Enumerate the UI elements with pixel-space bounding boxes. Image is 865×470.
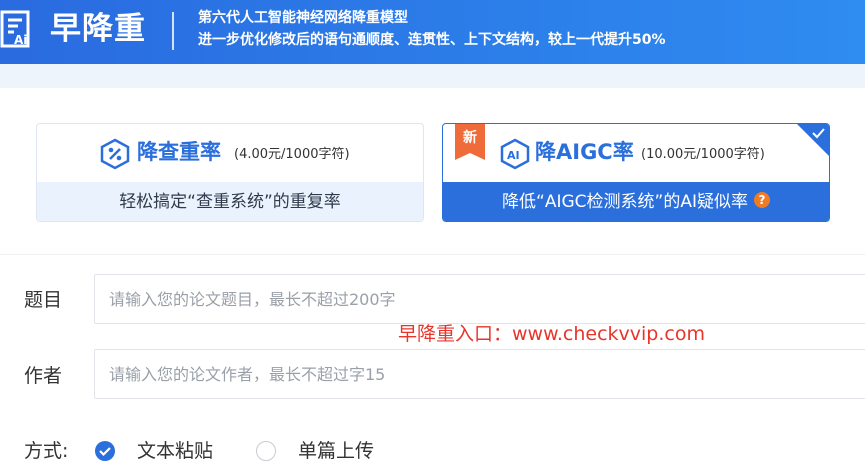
watermark-text: 早降重入口：www.checkvvip.com [398, 323, 705, 345]
title-input[interactable] [94, 274, 865, 324]
card-footer: 降低“AIGC检测系统”的AI疑似率? [443, 182, 829, 221]
svg-text:AI: AI [507, 149, 520, 162]
radio-unchecked-icon[interactable] [256, 441, 276, 461]
author-input[interactable] [94, 349, 865, 399]
radio-checked-icon[interactable] [95, 441, 115, 461]
logo-icon[interactable]: Ai [0, 10, 40, 50]
service-price: (4.00元/1000字符) [234, 147, 350, 162]
new-badge-label: 新 [463, 130, 477, 146]
header-subbar [0, 64, 865, 88]
service-title: 降AIGC率 [535, 140, 634, 164]
card-header: 新 AI 降AIGC率 (10.00元/1000字符) [443, 124, 829, 182]
service-price: (10.00元/1000字符) [641, 147, 765, 162]
service-description-row: 降低“AIGC检测系统”的AI疑似率? [443, 182, 829, 221]
service-description: 降低“AIGC检测系统”的AI疑似率 [502, 192, 748, 212]
method-option-label[interactable]: 文本粘贴 [137, 438, 213, 464]
card-footer: 轻松搞定“查重系统”的重复率 [37, 182, 423, 221]
logo-text[interactable]: 早降重 [50, 8, 146, 50]
selected-check-icon [797, 124, 829, 156]
service-card-plagiarism[interactable]: 降查重率 (4.00元/1000字符) 轻松搞定“查重系统”的重复率 [36, 123, 424, 222]
header-divider [172, 12, 174, 50]
card-header: 降查重率 (4.00元/1000字符) [37, 124, 423, 182]
section-divider [0, 254, 865, 255]
new-badge: 新 [455, 124, 485, 160]
header-banner: Ai 早降重 第六代人工智能神经网络降重模型 进一步优化修改后的语句通顺度、连贯… [0, 0, 865, 64]
method-label: 方式: [24, 440, 69, 462]
service-card-aigc[interactable]: 新 AI 降AIGC率 (10.00元/1000字符) 降低“AIGC检测系统”… [442, 123, 830, 222]
method-option-label[interactable]: 单篇上传 [298, 438, 374, 464]
service-title: 降查重率 [137, 140, 221, 164]
title-label: 题目 [24, 289, 63, 311]
header-tagline-2: 进一步优化修改后的语句通顺度、连贯性、上下文结构，较上一代提升50% [198, 32, 666, 48]
header-tagline-1: 第六代人工智能神经网络降重模型 [198, 10, 408, 26]
svg-text:Ai: Ai [14, 33, 27, 47]
service-description: 轻松搞定“查重系统”的重复率 [119, 192, 341, 212]
help-icon[interactable]: ? [753, 192, 770, 208]
ai-shield-icon: AI [500, 138, 530, 170]
percent-shield-icon [100, 138, 130, 170]
author-label: 作者 [24, 365, 63, 387]
